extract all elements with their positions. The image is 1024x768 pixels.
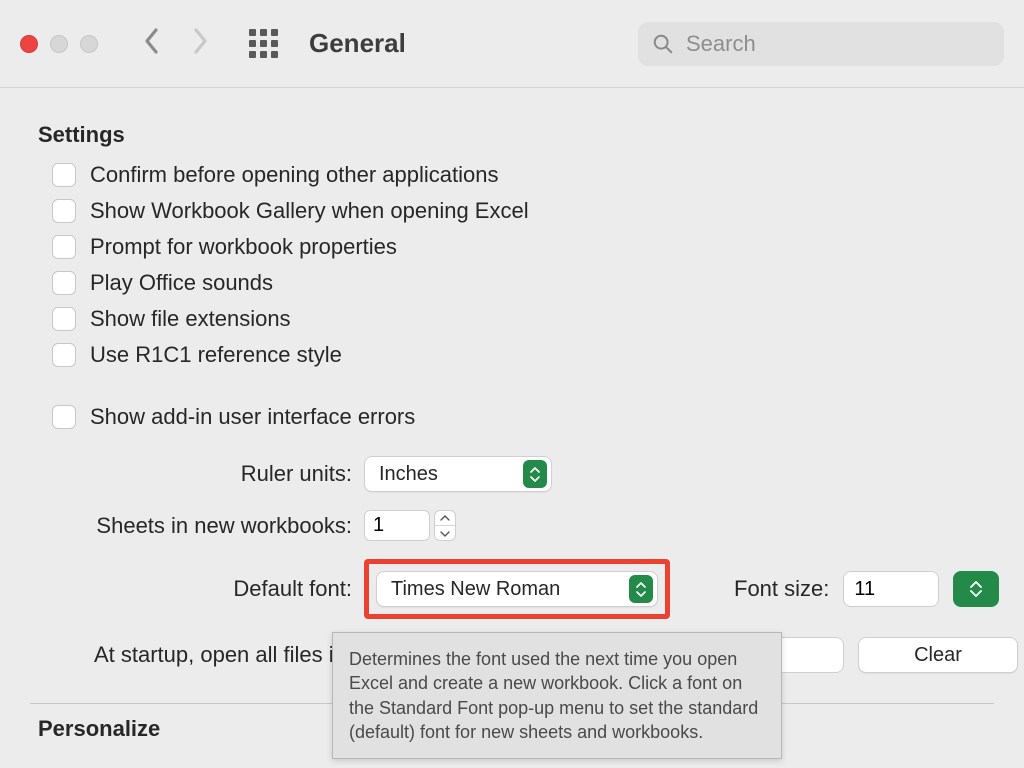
stepper-down-icon[interactable] [435, 526, 455, 540]
default-font-label: Default font: [30, 576, 352, 602]
show-all-icon[interactable] [249, 29, 279, 59]
default-font-highlight: Times New Roman [364, 559, 670, 619]
option-label: Show Workbook Gallery when opening Excel [90, 198, 529, 224]
sheets-input[interactable] [364, 510, 430, 541]
search-icon [652, 33, 674, 55]
checkbox-addin-errors[interactable] [52, 405, 76, 429]
startup-label: At startup, open all files in: [30, 642, 352, 668]
default-font-select[interactable]: Times New Roman [376, 571, 658, 607]
checkbox-sounds[interactable] [52, 271, 76, 295]
chevron-updown-icon [629, 575, 653, 603]
search-input[interactable] [684, 30, 990, 58]
option-r1c1: Use R1C1 reference style [52, 342, 994, 368]
option-show-ext: Show file extensions [52, 306, 994, 332]
sheets-stepper[interactable] [434, 510, 456, 541]
font-size-label: Font size: [734, 576, 829, 602]
option-label: Show file extensions [90, 306, 291, 332]
font-size-input[interactable] [843, 571, 939, 607]
option-label: Show add-in user interface errors [90, 404, 415, 430]
option-label: Use R1C1 reference style [90, 342, 342, 368]
option-prompt-props: Prompt for workbook properties [52, 234, 994, 260]
default-font-value: Times New Roman [391, 578, 560, 601]
checkbox-r1c1[interactable] [52, 343, 76, 367]
checkbox-show-ext[interactable] [52, 307, 76, 331]
window-close-button[interactable] [20, 35, 38, 53]
window-title: General [309, 28, 406, 59]
checkbox-prompt-props[interactable] [52, 235, 76, 259]
sheets-label: Sheets in new workbooks: [30, 513, 352, 539]
option-label: Play Office sounds [90, 270, 273, 296]
ruler-units-select[interactable]: Inches [364, 456, 552, 492]
ruler-units-value: Inches [379, 463, 438, 486]
nav-arrows [143, 27, 209, 61]
stepper-up-icon[interactable] [435, 511, 455, 526]
option-gallery: Show Workbook Gallery when opening Excel [52, 198, 994, 224]
window-zoom-button[interactable] [80, 35, 98, 53]
option-confirm-open: Confirm before opening other application… [52, 162, 994, 188]
window-minimize-button[interactable] [50, 35, 68, 53]
search-field-wrap[interactable] [638, 22, 1004, 66]
option-sounds: Play Office sounds [52, 270, 994, 296]
checkbox-confirm-open[interactable] [52, 163, 76, 187]
window-controls [20, 35, 98, 53]
ruler-units-label: Ruler units: [30, 461, 352, 487]
back-button[interactable] [143, 27, 161, 61]
default-font-tooltip: Determines the font used the next time y… [332, 632, 782, 759]
window-toolbar: General [0, 0, 1024, 88]
option-label: Confirm before opening other application… [90, 162, 498, 188]
clear-button[interactable]: Clear [858, 637, 1018, 673]
font-size-stepper[interactable] [953, 571, 999, 607]
checkbox-gallery[interactable] [52, 199, 76, 223]
option-label: Prompt for workbook properties [90, 234, 397, 260]
section-settings-header: Settings [38, 122, 994, 148]
chevron-updown-icon [523, 460, 547, 488]
option-addin-errors: Show add-in user interface errors [52, 404, 994, 430]
forward-button[interactable] [191, 27, 209, 61]
